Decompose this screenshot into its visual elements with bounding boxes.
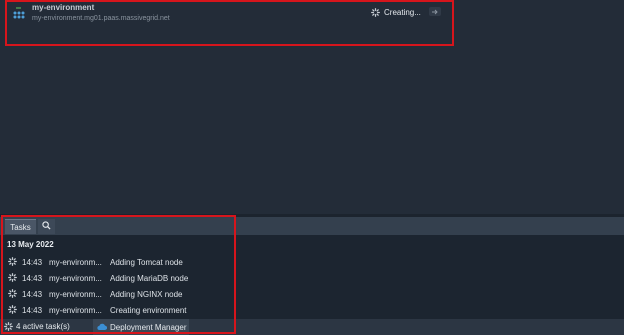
environment-row[interactable]: my-environment my-environment.mg01.paas.… bbox=[0, 0, 624, 48]
environment-status: Creating... bbox=[371, 7, 421, 17]
task-text: Adding NGINX node bbox=[110, 289, 183, 299]
task-time: 14:43 bbox=[22, 257, 43, 267]
spinner-icon bbox=[8, 273, 17, 282]
bottom-tab-bar: Tasks bbox=[0, 217, 624, 235]
task-env: my-environm... bbox=[49, 305, 102, 315]
status-text: Creating... bbox=[384, 7, 421, 17]
task-list: 13 May 2022 14:43 my-environm... Adding … bbox=[0, 235, 624, 319]
spinner-icon bbox=[8, 305, 17, 314]
task-text: Adding MariaDB node bbox=[110, 273, 189, 283]
task-row[interactable]: 14:43 my-environm... Adding MariaDB node bbox=[0, 270, 624, 286]
spinner-icon bbox=[8, 289, 17, 298]
task-env: my-environm... bbox=[49, 273, 102, 283]
tab-tasks[interactable]: Tasks bbox=[5, 219, 36, 234]
tab-tasks-label: Tasks bbox=[10, 222, 31, 232]
task-time: 14:43 bbox=[22, 305, 43, 315]
search-icon bbox=[42, 221, 51, 232]
task-env: my-environm... bbox=[49, 257, 102, 267]
task-row[interactable]: 14:43 my-environm... Adding Tomcat node bbox=[0, 254, 624, 270]
nodes-icon bbox=[13, 7, 27, 19]
tab-search[interactable] bbox=[38, 219, 55, 234]
task-text: Creating environment bbox=[110, 305, 187, 315]
task-env: my-environm... bbox=[49, 289, 102, 299]
active-tasks-label: 4 active task(s) bbox=[16, 322, 70, 331]
status-bar: 4 active task(s) Deployment Manager bbox=[0, 319, 624, 335]
environment-url[interactable]: my-environment.mg01.paas.massivegrid.net bbox=[32, 15, 170, 22]
spinner-icon bbox=[371, 7, 380, 17]
task-row[interactable]: 14:43 my-environm... Adding NGINX node bbox=[0, 286, 624, 302]
task-date: 13 May 2022 bbox=[7, 240, 54, 249]
task-text: Adding Tomcat node bbox=[110, 257, 183, 267]
spinner-icon bbox=[8, 257, 17, 266]
cloud-icon bbox=[97, 322, 108, 333]
task-row[interactable]: 14:43 my-environm... Creating environmen… bbox=[0, 302, 624, 318]
deployment-manager-label: Deployment Manager bbox=[110, 322, 187, 332]
active-tasks-indicator[interactable]: 4 active task(s) bbox=[4, 322, 70, 331]
spinner-icon bbox=[4, 322, 13, 331]
task-time: 14:43 bbox=[22, 273, 43, 283]
task-time: 14:43 bbox=[22, 289, 43, 299]
deployment-manager-button[interactable]: Deployment Manager bbox=[93, 319, 189, 335]
environment-name[interactable]: my-environment bbox=[32, 3, 94, 12]
arrow-icon[interactable] bbox=[429, 7, 441, 16]
